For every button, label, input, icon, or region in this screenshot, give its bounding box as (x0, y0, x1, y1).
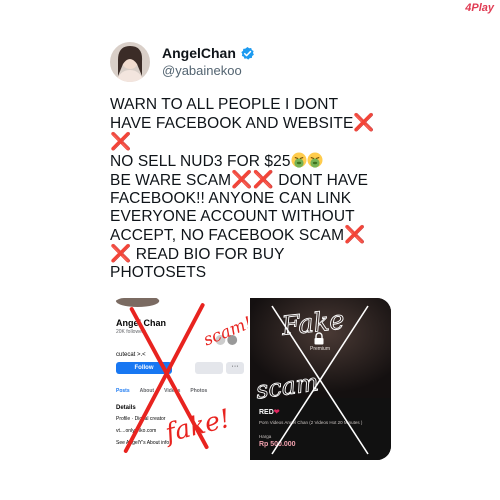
item-title: RED❤ (259, 409, 280, 416)
premium-shop-screenshot[interactable]: Premium RED❤ Porn Videos Angel Chan (2 V… (250, 298, 391, 460)
nauseated-face-icon (291, 152, 307, 168)
tweet-text: WARN TO ALL PEOPLE I DONT HAVE FACEBOOK … (110, 96, 400, 282)
facebook-more-button[interactable]: ··· (226, 362, 244, 374)
facebook-detail: vt....onlyanko.com (116, 428, 157, 434)
verified-badge-icon (241, 47, 254, 60)
item-price: Rp 500.000 (259, 441, 296, 448)
item-description: Porn Videos Angel Chan (2 Videos Hot 20 … (259, 420, 363, 425)
scam-annotation: scam! (200, 312, 248, 349)
tweet-line: WARN TO ALL PEOPLE I DONT (110, 96, 339, 113)
tweet-line: DONT HAVE (278, 172, 369, 189)
facebook-profile-screenshot[interactable]: Angel Chan 20K followers cutecat >.< Fol… (110, 298, 250, 460)
tweet-line: ACCEPT, NO FACEBOOK SCAM (110, 227, 345, 244)
facebook-followers: 20K followers (116, 329, 147, 335)
display-name[interactable]: AngelChan (162, 45, 236, 63)
facebook-bio: cutecat >.< (116, 352, 146, 358)
premium-label: Premium (309, 346, 330, 352)
tab-posts[interactable]: Posts (116, 388, 130, 394)
facebook-message-button[interactable] (195, 362, 223, 374)
cross-mark-icon: ❌ (110, 244, 132, 263)
avatar[interactable] (110, 42, 150, 82)
tweet-line: NO SELL NUD3 FOR $25 (110, 153, 291, 170)
facebook-profile-name: Angel Chan (116, 318, 167, 328)
tweet-media[interactable]: Angel Chan 20K followers cutecat >.< Fol… (110, 298, 391, 460)
facebook-follow-button[interactable]: Follow (116, 362, 172, 374)
watermark: 4Play (465, 2, 494, 14)
handle[interactable]: @yabainekoo (162, 63, 255, 79)
scam-annotation: scam (254, 368, 320, 404)
tweet-line: BE WARE SCAM (110, 172, 232, 189)
facebook-detail: Profile · Digital creator (116, 416, 166, 422)
cross-mark-icon: ❌ (344, 225, 366, 244)
tweet-line: HAVE FACEBOOK AND WEBSITE (110, 115, 354, 132)
cross-mark-icon: ❌ (231, 170, 253, 189)
tab-videos[interactable]: Videos (164, 388, 180, 394)
tweet-line: PHOTOSETS (110, 264, 207, 281)
tweet-line: FACEBOOK!! ANYONE CAN LINK (110, 190, 352, 207)
tweet-line: READ BIO FOR BUY (135, 246, 285, 263)
fake-annotation: fake! (160, 404, 233, 449)
tweet-header: AngelChan @yabainekoo (110, 42, 410, 82)
tweet-line: EVERYONE ACCOUNT WITHOUT (110, 208, 355, 225)
cross-mark-icon: ❌ (110, 132, 132, 151)
facebook-detail: See AngelY's About info (116, 440, 170, 446)
price-label: Harga (259, 434, 272, 439)
facebook-details-title: Details (116, 405, 136, 411)
lock-icon (314, 332, 324, 345)
tab-photos[interactable]: Photos (190, 388, 207, 394)
facebook-tabs: Posts About Videos Photos (116, 388, 207, 394)
nauseated-face-icon (307, 152, 323, 168)
cross-mark-icon: ❌ (353, 113, 375, 132)
cross-mark-icon: ❌ (252, 170, 274, 189)
tab-about[interactable]: About (140, 388, 154, 394)
